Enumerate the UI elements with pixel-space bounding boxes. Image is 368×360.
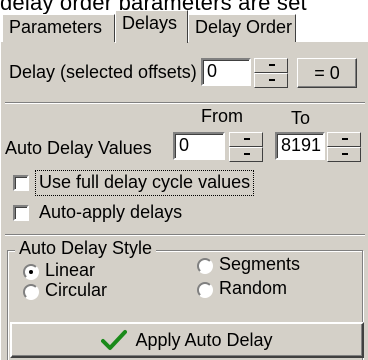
from-label: From xyxy=(201,106,243,126)
tab-bar: Parameters Delays Delay Order xyxy=(0,10,300,43)
from-input[interactable]: 0 xyxy=(173,132,225,160)
auto-apply-checkbox[interactable] xyxy=(13,205,29,221)
spin-down-icon[interactable] xyxy=(254,73,288,88)
radio-segments[interactable] xyxy=(197,258,213,274)
apply-auto-delay-button[interactable]: Apply Auto Delay xyxy=(10,322,364,358)
radio-random[interactable] xyxy=(197,282,213,298)
full-cycle-checkbox[interactable] xyxy=(13,175,29,191)
delay-selected-spinner[interactable] xyxy=(254,58,288,88)
to-label: To xyxy=(291,108,311,128)
radio-circular-label[interactable]: Circular xyxy=(45,280,107,301)
zero-button[interactable]: = 0 xyxy=(297,58,357,88)
apply-auto-delay-label: Apply Auto Delay xyxy=(135,329,273,350)
full-cycle-focus[interactable]: Use full delay cycle values xyxy=(35,170,255,196)
auto-delay-style-title: Auto Delay Style xyxy=(15,238,157,259)
separator xyxy=(5,102,365,104)
from-spinner[interactable] xyxy=(229,132,263,162)
delay-selected-label: Delay (selected offsets) xyxy=(9,62,197,82)
tab-parameters[interactable]: Parameters xyxy=(2,14,115,42)
spin-down-icon[interactable] xyxy=(327,147,361,162)
radio-segments-label[interactable]: Segments xyxy=(219,254,300,275)
to-input[interactable]: 8191 xyxy=(275,132,325,160)
tab-delays[interactable]: Delays xyxy=(115,10,188,43)
auto-apply-label[interactable]: Auto-apply delays xyxy=(39,202,182,223)
tab-delay-order[interactable]: Delay Order xyxy=(188,14,296,42)
radio-linear-label[interactable]: Linear xyxy=(45,260,95,281)
full-cycle-label: Use full delay cycle values xyxy=(39,172,251,192)
auto-delay-label: Auto Delay Values xyxy=(5,138,152,158)
spin-down-icon[interactable] xyxy=(229,147,263,162)
spin-up-icon[interactable] xyxy=(254,58,288,73)
radio-circular[interactable] xyxy=(23,284,39,300)
delay-selected-input[interactable]: 0 xyxy=(201,58,251,86)
separator xyxy=(5,234,365,236)
to-spinner[interactable] xyxy=(327,132,361,162)
spin-up-icon[interactable] xyxy=(327,132,361,147)
delays-panel: Delay (selected offsets) 0 = 0 From To A… xyxy=(0,42,368,360)
radio-linear[interactable] xyxy=(23,264,39,280)
radio-random-label[interactable]: Random xyxy=(219,278,287,299)
checkmark-icon xyxy=(101,330,128,350)
spin-up-icon[interactable] xyxy=(229,132,263,147)
